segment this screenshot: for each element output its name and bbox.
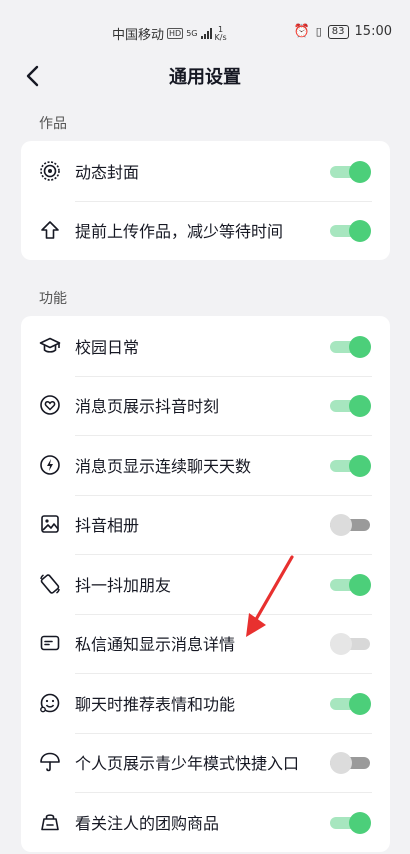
clock: 15:00 <box>354 24 392 39</box>
toggle-switch[interactable] <box>330 573 372 596</box>
signal-icon <box>200 28 212 39</box>
toggle-switch[interactable] <box>330 160 372 183</box>
toggle-switch[interactable] <box>330 335 372 358</box>
speed-unit: K/s <box>214 32 227 42</box>
network-speed: 1 K/s <box>214 25 227 42</box>
toggle-switch[interactable] <box>330 219 372 243</box>
list-item: 消息页显示连续聊天天数 <box>21 435 390 495</box>
card-works: 动态封面 提前上传作品，减少等待时间 <box>21 141 390 260</box>
list-item: 聊天时推荐表情和功能 <box>21 673 390 733</box>
section-label-works: 作品 <box>39 116 67 132</box>
item-label: 提前上传作品，减少等待时间 <box>75 222 284 242</box>
item-label: 个人页展示青少年模式快捷入口 <box>75 754 300 774</box>
list-item: 抖音相册 <box>21 494 390 555</box>
status-right: ⏰ ▯ 83 15:00 <box>294 24 392 39</box>
toggle-switch[interactable] <box>330 751 372 775</box>
item-label: 私信通知显示消息详情 <box>75 635 236 655</box>
list-item: 动态封面 <box>21 141 390 201</box>
list-item: 看关注人的团购商品 <box>21 792 390 852</box>
toggle-switch[interactable] <box>330 513 372 537</box>
item-label: 抖一抖加朋友 <box>75 575 172 595</box>
item-label: 校园日常 <box>75 337 140 357</box>
card-features: 校园日常 消息页展示抖音时刻 消息页显示连续聊天天数 抖音相册 抖一抖加朋友 私 <box>21 316 390 852</box>
item-label: 消息页展示抖音时刻 <box>75 397 220 417</box>
page-title: 通用设置 <box>169 67 241 88</box>
network-type: 5G <box>186 29 198 38</box>
list-item: 私信通知显示消息详情 <box>21 613 390 674</box>
battery-icon: 83 <box>327 24 349 39</box>
list-item: 提前上传作品，减少等待时间 <box>21 200 390 261</box>
shake-phone-icon <box>39 573 61 595</box>
message-card-icon <box>39 632 61 654</box>
toggle-switch[interactable] <box>330 692 372 715</box>
toggle-switch[interactable] <box>330 632 372 656</box>
hd-badge: HD <box>167 28 184 39</box>
item-label: 动态封面 <box>75 162 140 182</box>
status-bar: 中国移动 HD 5G 1 K/s ⏰ ▯ 83 15:00 <box>0 0 410 58</box>
list-item: 个人页展示青少年模式快捷入口 <box>21 732 390 793</box>
upload-icon <box>39 219 61 241</box>
list-item: 消息页展示抖音时刻 <box>21 375 390 436</box>
list-item: 抖一抖加朋友 <box>21 554 390 614</box>
item-label: 抖音相册 <box>75 516 140 536</box>
album-icon <box>39 513 61 535</box>
item-label: 聊天时推荐表情和功能 <box>75 694 236 714</box>
toggle-switch[interactable] <box>330 394 372 418</box>
emoji-icon <box>39 692 61 714</box>
shopping-bag-icon <box>39 811 61 833</box>
item-label: 看关注人的团购商品 <box>75 813 220 833</box>
flame-icon <box>39 454 61 476</box>
vibrate-icon: ▯ <box>315 25 322 38</box>
section-label-features: 功能 <box>39 291 67 307</box>
umbrella-icon <box>39 751 61 773</box>
list-item: 校园日常 <box>21 316 390 376</box>
alarm-icon: ⏰ <box>293 24 310 39</box>
toggle-switch[interactable] <box>330 454 372 477</box>
graduation-cap-icon <box>39 335 61 357</box>
nav-bar: 通用设置 <box>0 58 410 94</box>
toggle-switch[interactable] <box>330 811 372 834</box>
carrier: 中国移动 <box>112 28 165 43</box>
item-label: 消息页显示连续聊天天数 <box>75 456 252 476</box>
moments-heart-icon <box>39 394 61 416</box>
live-cover-icon <box>39 160 61 182</box>
status-left: 中国移动 HD 5G 1 K/s <box>112 24 227 43</box>
